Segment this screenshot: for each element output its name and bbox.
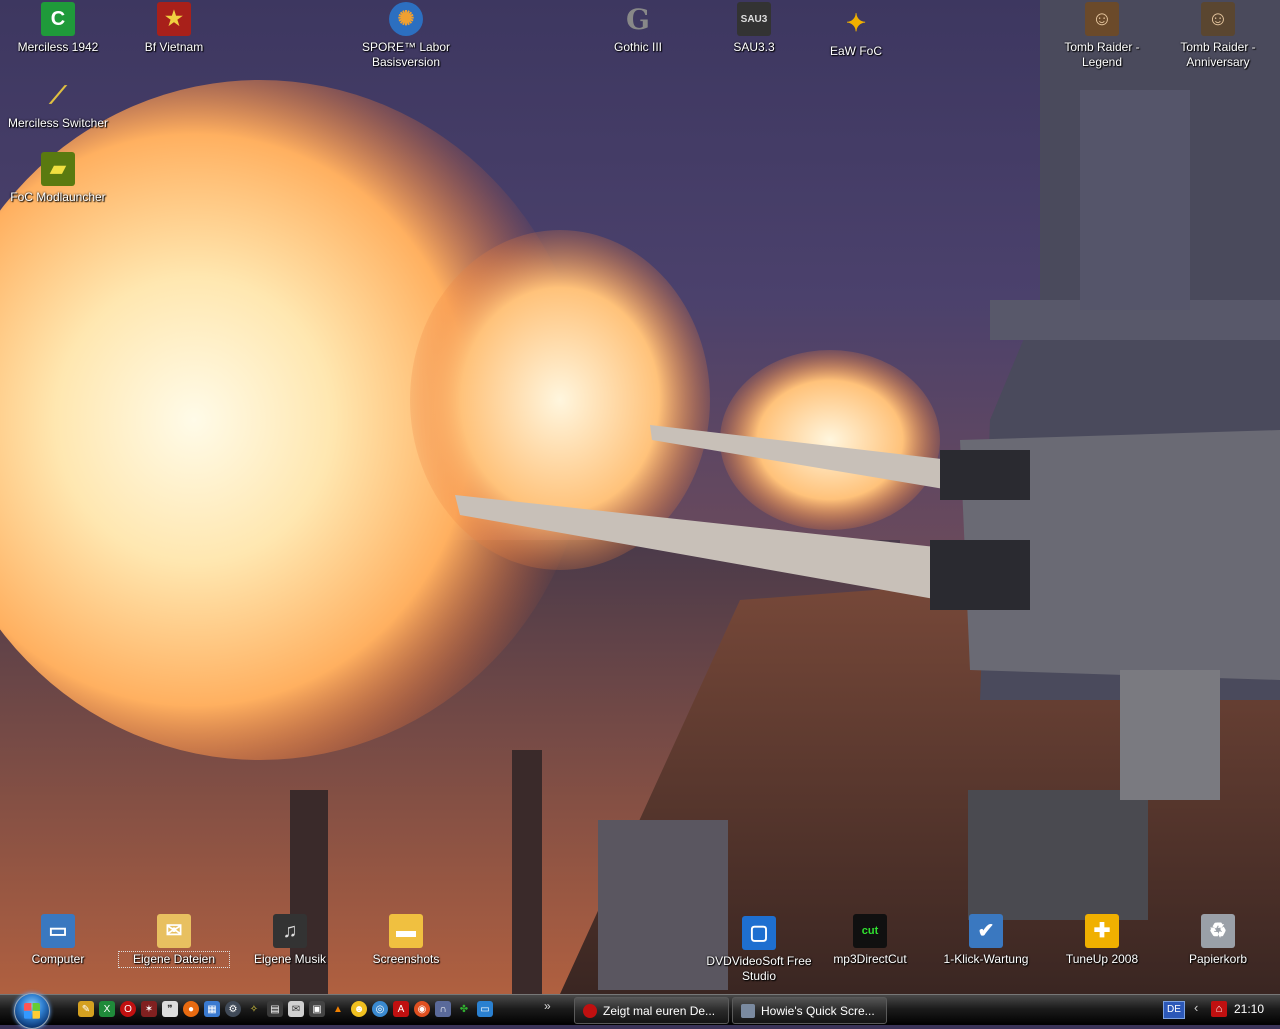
desktop-icon-label: Gothic III [613,40,663,54]
camera-icon [741,1003,755,1018]
vlc-icon[interactable]: ▲ [330,1001,346,1017]
desktop-icon-bf-vietnam[interactable]: ★ Bf Vietnam [119,2,229,55]
desktop-icon[interactable]: ▭ [477,1001,493,1017]
desktop-icon-spore[interactable]: ✺ SPORE™ Labor Basisversion [351,2,461,70]
desktop-icon-eaw-foc[interactable]: ✦ EaW FoC [801,6,911,59]
desktop-icon-label: Eigene Dateien [118,951,230,968]
desktop-icon-1-klick-wartung[interactable]: ✔ 1-Klick-Wartung [931,914,1041,967]
desktop-icon-merciless-switcher[interactable]: ⟋ Merciless Switcher [3,78,113,131]
taskbar-button-label: Zeigt mal euren De... [603,1003,716,1018]
msn-icon[interactable]: ☻ [351,1001,367,1017]
desktop-icon-label: Bf Vietnam [144,40,204,54]
desktop-icon-label: Screenshots [372,952,440,966]
desktop-icon-gothic-3[interactable]: G Gothic III [583,2,693,55]
desktop-wallpaper [0,0,1280,994]
taskbar-button-label: Howie's Quick Scre... [761,1003,875,1018]
mp3directcut-icon: cut [853,914,887,948]
dvdvideosoft-icon: ▢ [742,916,776,950]
sau3-icon: SAU3 [737,2,771,36]
avira-tray-icon[interactable]: ⌂ [1211,1001,1227,1017]
taskbar-button-howies-quick-screen[interactable]: Howie's Quick Scre... [732,997,887,1024]
lara-portrait-icon: ☺ [1201,2,1235,36]
excel-icon[interactable]: X [99,1001,115,1017]
desktop-icon-label: mp3DirectCut [833,952,907,966]
desktop-icon-foc-modlauncher[interactable]: ▰ FoC Modlauncher [3,152,113,205]
documents-folder-icon: ✉ [157,914,191,948]
music-icon: ♫ [273,914,307,948]
chat-icon[interactable]: ❞ [162,1001,178,1017]
desktop-icon-merciless-1942[interactable]: C Merciless 1942 [3,2,113,55]
desktop-icon-tomb-raider-legend[interactable]: ☺ Tomb Raider - Legend [1047,2,1157,70]
opera-icon [583,1003,597,1018]
gothic-icon: G [626,2,650,36]
firefox-icon[interactable]: ● [183,1001,199,1017]
recycle-bin-icon: ♻ [1201,914,1235,948]
desktop-icon-computer[interactable]: ▭ Computer [3,914,113,967]
lara-portrait-icon: ☺ [1085,2,1119,36]
desktop-icon-label: 1-Klick-Wartung [943,952,1029,966]
desktop-icon-papierkorb[interactable]: ♻ Papierkorb [1163,914,1273,967]
desktop-icon-tomb-raider-anniversary[interactable]: ☺ Tomb Raider - Anniversary [1163,2,1273,70]
game-icon[interactable]: ✶ [141,1001,157,1017]
browser-icon[interactable]: ◎ [372,1001,388,1017]
stars-icon[interactable]: ✧ [246,1001,262,1017]
taskbar: ✎ X O ✶ ❞ ● ▦ ⚙ ✧ ▤ ✉ ▣ ▲ ☻ ◎ A ◉ ∩ ✤ ▭ … [0,993,1280,1029]
eaw-foc-icon: ✦ [845,9,867,37]
merciless-icon: C [41,2,75,36]
battlefield-star-icon: ★ [157,2,191,36]
desktop-icon-label: TuneUp 2008 [1065,952,1139,966]
spore-icon: ✺ [389,2,423,36]
opera-icon[interactable]: O [120,1001,136,1017]
steam-icon[interactable]: ⚙ [225,1001,241,1017]
clock[interactable]: 21:10 [1234,1002,1264,1016]
computer-icon: ▭ [41,914,75,948]
paint-icon[interactable]: ▦ [204,1001,220,1017]
desktop-icon-dvdvideosoft[interactable]: ▢ DVDVideoSoft Free Studio [704,916,814,984]
mail-icon[interactable]: ✉ [288,1001,304,1017]
desktop-icon-label: Merciless 1942 [17,40,99,54]
desktop-icon-label: FoC Modlauncher [10,190,106,204]
quick-launch-bar: ✎ X O ✶ ❞ ● ▦ ⚙ ✧ ▤ ✉ ▣ ▲ ☻ ◎ A ◉ ∩ ✤ ▭ [78,1001,493,1019]
wand-icon: ⟋ [49,81,67,109]
desktop-icon-screenshots[interactable]: ▬ Screenshots [351,914,461,967]
desktop-icon-label: SPORE™ Labor Basisversion [361,40,451,69]
language-indicator[interactable]: DE [1163,1001,1185,1019]
headphones-icon[interactable]: ∩ [435,1001,451,1017]
film-icon[interactable]: ▣ [309,1001,325,1017]
burn-icon[interactable]: ◉ [414,1001,430,1017]
folder-icon: ▬ [389,914,423,948]
taskbar-button-opera[interactable]: Zeigt mal euren De... [574,997,729,1024]
desktop-icon-label: Eigene Musik [253,952,327,966]
desktop-icon-label: Tomb Raider - Anniversary [1180,40,1256,69]
desktop-icon-eigene-musik[interactable]: ♫ Eigene Musik [235,914,345,967]
desktop-icon-label: Computer [31,952,85,966]
show-hidden-icons-button[interactable]: ‹ [1194,1000,1198,1015]
maintenance-icon: ✔ [969,914,1003,948]
clover-icon[interactable]: ✤ [456,1001,472,1017]
pencil-icon[interactable]: ✎ [78,1001,94,1017]
desktop-icon-mp3directcut[interactable]: cut mp3DirectCut [815,914,925,967]
desktop-icon-tuneup-2008[interactable]: ✚ TuneUp 2008 [1047,914,1157,967]
desktop-icon-sau3[interactable]: SAU3 SAU3.3 [699,2,809,55]
desktop-icon-label: SAU3.3 [733,40,775,54]
desktop-icon-label: Tomb Raider - Legend [1064,40,1140,69]
quick-launch-more-button[interactable]: » [544,999,551,1013]
battleship-firing-image [0,0,1280,994]
desktop-icon-label: Merciless Switcher [7,116,109,130]
modlauncher-icon: ▰ [41,152,75,186]
presentation-icon[interactable]: ▤ [267,1001,283,1017]
desktop-icon-eigene-dateien[interactable]: ✉ Eigene Dateien [118,914,230,968]
desktop-icon-label: EaW FoC [829,44,882,58]
desktop-icon-label: DVDVideoSoft Free Studio [706,954,812,983]
tuneup-icon: ✚ [1085,914,1119,948]
desktop-icon-label: Papierkorb [1188,952,1248,966]
avira-icon[interactable]: A [393,1001,409,1017]
